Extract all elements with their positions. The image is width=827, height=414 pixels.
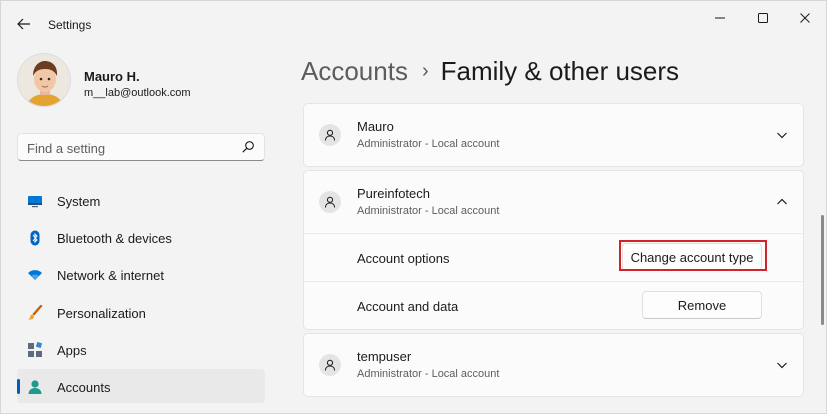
chevron-up-icon[interactable]	[775, 195, 789, 209]
remove-button[interactable]: Remove	[642, 291, 762, 319]
person-outline-icon	[325, 129, 335, 141]
person-icon	[28, 380, 42, 394]
account-row[interactable]: Mauro Administrator - Local account	[304, 104, 803, 166]
breadcrumb: Accounts › Family & other users	[301, 56, 679, 92]
account-card-mauro: Mauro Administrator - Local account	[303, 103, 804, 167]
person-outline-icon	[325, 359, 335, 371]
sidebar-item-label: Apps	[57, 342, 87, 358]
chevron-right-icon: ›	[421, 60, 429, 82]
account-type: Administrator - Local account	[357, 368, 500, 380]
sidebar-item-apps[interactable]: Apps	[17, 332, 265, 366]
sidebar-item-label: Accounts	[57, 379, 111, 395]
sidebar-item-bluetooth[interactable]: Bluetooth & devices	[17, 220, 265, 254]
sidebar-item-network[interactable]: Network & internet	[17, 257, 265, 291]
chevron-down-icon[interactable]	[775, 358, 789, 372]
close-icon	[800, 13, 810, 23]
back-button[interactable]	[11, 11, 37, 37]
sidebar-item-personalization[interactable]: Personalization	[17, 295, 265, 329]
avatar	[17, 53, 71, 107]
account-type: Administrator - Local account	[357, 205, 500, 217]
scrollbar[interactable]	[821, 215, 824, 325]
sidebar-item-system[interactable]: System	[17, 183, 265, 217]
maximize-button[interactable]	[744, 5, 782, 31]
account-options-label: Account options	[357, 251, 450, 266]
account-name: Mauro	[357, 119, 394, 134]
minimize-icon	[715, 17, 725, 19]
sidebar-item-label: Personalization	[57, 305, 146, 321]
close-button[interactable]	[786, 5, 824, 31]
account-and-data-row: Account and data Remove	[304, 281, 803, 329]
account-avatar	[319, 354, 341, 376]
sidebar-item-label: Bluetooth & devices	[57, 231, 172, 247]
window-title: Settings	[48, 18, 92, 32]
account-avatar	[319, 124, 341, 146]
settings-window: Settings Mauro H. m__lab@outlook.com Fin…	[0, 0, 827, 414]
account-card-tempuser: tempuser Administrator - Local account	[303, 333, 804, 397]
person-outline-icon	[325, 196, 335, 208]
title-bar: Settings	[1, 1, 827, 41]
sidebar-item-label: Network & internet	[57, 268, 164, 284]
sidebar-nav: System Bluetooth & devices Network & int…	[17, 183, 265, 406]
account-name: Pureinfotech	[357, 186, 430, 201]
user-avatar-icon	[18, 54, 70, 106]
bluetooth-icon	[30, 230, 40, 246]
account-row[interactable]: Pureinfotech Administrator - Local accou…	[304, 171, 803, 233]
change-account-type-button[interactable]: Change account type	[622, 243, 762, 271]
breadcrumb-parent[interactable]: Accounts	[301, 56, 408, 86]
chevron-down-icon[interactable]	[775, 128, 789, 142]
sidebar-item-label: System	[57, 194, 101, 209]
account-options-row: Account options Change account type	[304, 233, 803, 281]
sidebar-item-accounts[interactable]: Accounts	[17, 368, 265, 403]
user-profile: Mauro H. m__lab@outlook.com	[17, 53, 277, 113]
apps-icon	[28, 341, 43, 357]
profile-name: Mauro H.	[84, 69, 140, 84]
account-row[interactable]: tempuser Administrator - Local account	[304, 334, 803, 396]
arrow-left-icon	[17, 18, 30, 30]
brush-icon	[28, 304, 43, 320]
maximize-icon	[758, 13, 768, 23]
wifi-icon	[28, 270, 42, 281]
monitor-icon	[28, 196, 42, 208]
search-placeholder: Find a setting	[27, 141, 106, 156]
account-name: tempuser	[357, 349, 412, 364]
account-card-pureinfotech: Pureinfotech Administrator - Local accou…	[303, 170, 804, 330]
account-type: Administrator - Local account	[357, 138, 500, 150]
account-and-data-label: Account and data	[357, 299, 459, 314]
page-title: Family & other users	[440, 56, 680, 86]
search-icon	[242, 141, 254, 153]
profile-email: m__lab@outlook.com	[84, 87, 191, 99]
search-input[interactable]: Find a setting	[17, 133, 265, 161]
account-avatar	[319, 191, 341, 213]
selection-indicator	[17, 378, 20, 394]
minimize-button[interactable]	[701, 5, 739, 31]
